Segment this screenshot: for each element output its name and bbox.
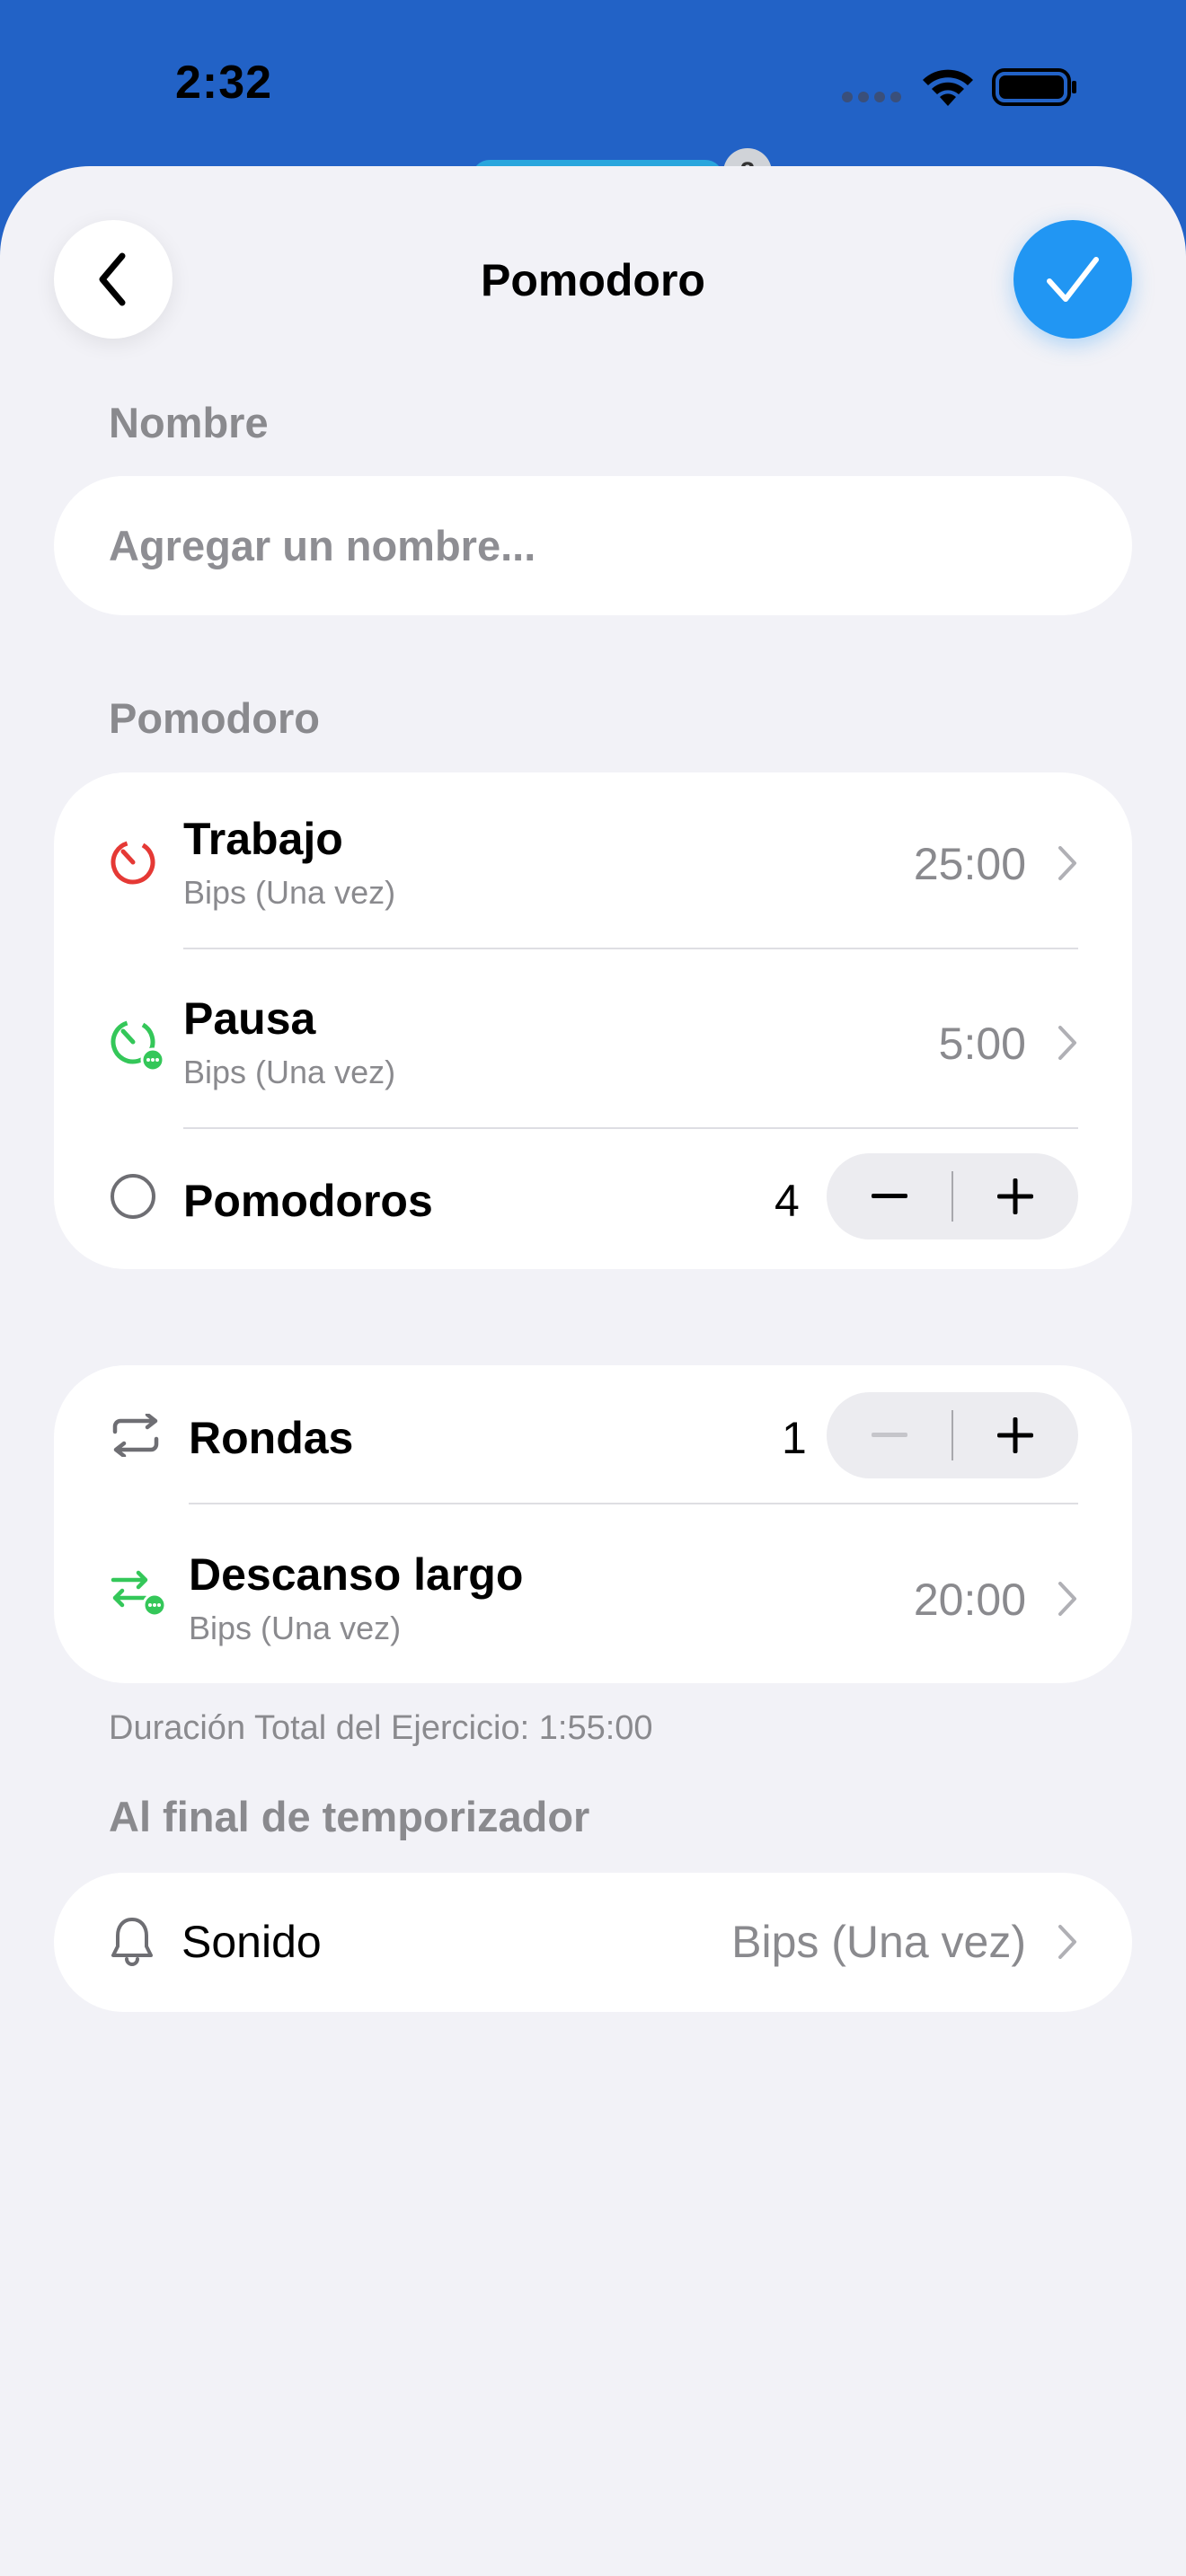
pause-duration: 5:00	[938, 1019, 1026, 1069]
long-break-duration: 20:00	[913, 1575, 1026, 1625]
pomodoro-card: Trabajo Bips (Una vez) 25:00 Pausa Bips …	[54, 772, 1132, 1269]
long-break-title: Descanso largo	[189, 1549, 524, 1600]
repeat-icon	[112, 1414, 159, 1457]
rounds-stepper	[827, 1392, 1078, 1478]
rounds-card: Rondas 1 Descanso largo Bips (Una vez) 2…	[54, 1365, 1132, 1683]
long-break-row[interactable]: Descanso largo Bips (Una vez) 20:00	[54, 1504, 1132, 1683]
checkmark-icon	[1047, 257, 1099, 302]
name-input[interactable]	[109, 521, 1097, 570]
minus-icon	[872, 1194, 907, 1198]
end-section-label: Al final de temporizador	[109, 1793, 590, 1840]
chevron-right-icon	[1058, 1582, 1076, 1616]
chevron-right-icon	[1058, 846, 1076, 880]
name-field-container[interactable]	[54, 476, 1132, 615]
decrement-button[interactable]	[827, 1153, 952, 1239]
rounds-row: Rondas 1	[54, 1365, 1132, 1504]
rounds-title: Rondas	[189, 1413, 354, 1463]
decrement-button[interactable]	[827, 1392, 952, 1478]
pomodoros-row: Pomodoros 4	[54, 1130, 1132, 1269]
work-row[interactable]: Trabajo Bips (Una vez) 25:00	[54, 772, 1132, 952]
bell-icon	[111, 1918, 153, 1966]
long-break-subtitle: Bips (Una vez)	[189, 1610, 402, 1646]
circle-icon	[111, 1174, 155, 1219]
plus-icon	[997, 1417, 1033, 1453]
timer-pause-icon	[111, 1019, 165, 1072]
increment-button[interactable]	[952, 1153, 1078, 1239]
divider	[183, 948, 1078, 949]
pause-subtitle: Bips (Una vez)	[183, 1054, 396, 1090]
sound-value: Bips (Una vez)	[731, 1917, 1026, 1967]
battery-icon	[992, 68, 1076, 106]
status-bar: 2:32	[0, 0, 1186, 171]
sound-row[interactable]: Sonido Bips (Una vez)	[54, 1873, 1132, 2012]
chevron-right-icon	[1058, 1026, 1076, 1060]
increment-button[interactable]	[952, 1392, 1078, 1478]
plus-icon	[997, 1178, 1033, 1214]
pause-row[interactable]: Pausa Bips (Una vez) 5:00	[54, 950, 1132, 1130]
swap-icon	[111, 1570, 167, 1618]
minus-icon	[872, 1433, 907, 1437]
chevron-right-icon	[1058, 1925, 1076, 1959]
status-time: 2:32	[175, 57, 273, 109]
work-subtitle: Bips (Una vez)	[183, 874, 396, 911]
wifi-icon	[923, 69, 973, 106]
name-section-label: Nombre	[109, 399, 269, 446]
divider	[183, 1127, 1078, 1129]
page-title: Pomodoro	[481, 255, 705, 305]
timer-icon	[111, 840, 155, 885]
sound-card: Sonido Bips (Una vez)	[54, 1873, 1132, 2012]
rounds-count: 1	[782, 1413, 807, 1463]
confirm-button[interactable]	[1013, 220, 1132, 339]
pomodoro-section-label: Pomodoro	[109, 694, 320, 742]
pomodoros-count: 4	[774, 1176, 800, 1226]
pomodoros-stepper	[827, 1153, 1078, 1239]
total-duration-text: Duración Total del Ejercicio: 1:55:00	[109, 1709, 653, 1747]
work-duration: 25:00	[913, 839, 1026, 889]
work-title: Trabajo	[183, 814, 343, 864]
pomodoros-title: Pomodoros	[183, 1176, 433, 1226]
pause-title: Pausa	[183, 993, 316, 1044]
cellular-signal-icon	[842, 92, 901, 102]
sound-title: Sonido	[181, 1917, 322, 1967]
